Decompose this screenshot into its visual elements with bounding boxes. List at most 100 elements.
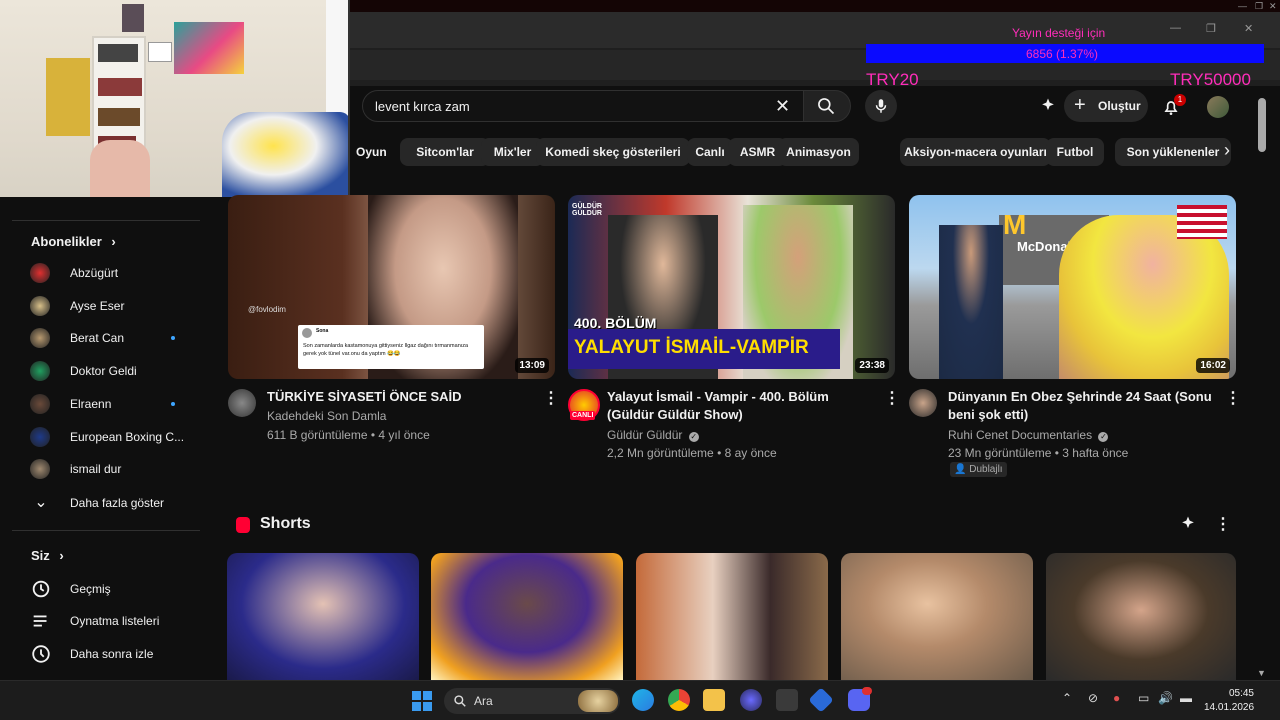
search-button[interactable]	[803, 90, 851, 122]
clock-date: 14.01.2026	[1204, 702, 1255, 713]
subscriptions-heading[interactable]: Abonelikler ›	[31, 234, 116, 249]
chevron-right-icon: ›	[59, 548, 64, 563]
show-more-button[interactable]: ⌄ Daha fazla göster	[30, 490, 190, 518]
file-explorer-icon[interactable]	[703, 689, 725, 711]
new-content-dot	[171, 401, 175, 406]
mcdonalds-logo: M	[1003, 209, 1027, 240]
filter-chip[interactable]: Canlı	[687, 138, 733, 166]
channel-avatar	[30, 263, 50, 283]
account-avatar[interactable]	[1207, 96, 1229, 118]
channel-avatar[interactable]	[228, 389, 256, 417]
voice-search-button[interactable]	[865, 90, 897, 122]
sidebar-subscription-item[interactable]: Abzügürt	[30, 260, 190, 288]
taskbar-clock[interactable]: 05:45 14.01.2026	[1204, 687, 1254, 715]
short-thumbnail[interactable]	[1046, 553, 1236, 680]
streamer	[222, 112, 348, 197]
scroll-down-icon[interactable]: ▼	[1257, 668, 1266, 678]
browser-tab-bar	[350, 12, 1280, 48]
video-title[interactable]: TÜRKİYE SİYASETİ ÖNCE SAİD	[267, 388, 537, 406]
sidebar-subscription-item[interactable]: ismail dur	[30, 456, 190, 484]
stream-maximize-button[interactable]: ❐	[1255, 1, 1263, 12]
channel-name[interactable]: Güldür Güldür ✓	[607, 426, 699, 444]
stream-minimize-button[interactable]: —	[1238, 1, 1247, 11]
filter-chip[interactable]: Futbol	[1046, 138, 1104, 166]
sidebar-item-watch-later[interactable]: Daha sonra izle	[30, 641, 190, 669]
display-icon[interactable]: ▭	[1138, 691, 1149, 705]
more-vert-icon[interactable]: ⋮	[1215, 514, 1231, 534]
short-thumbnail[interactable]	[636, 553, 828, 680]
sidebar-subscription-item[interactable]: Ayse Eser	[30, 293, 190, 321]
clear-search-icon[interactable]: ✕	[775, 96, 790, 116]
browser-chrome	[350, 0, 1280, 86]
thumbnail-person	[939, 225, 1003, 379]
sidebar-item-playlists[interactable]: Oynatma listeleri	[30, 608, 190, 636]
windows-start-icon[interactable]	[412, 691, 432, 711]
stream-close-button[interactable]: ✕	[1269, 1, 1277, 12]
sidebar-subscription-item[interactable]: Doktor Geldi	[30, 358, 190, 386]
app-icon[interactable]	[776, 689, 798, 711]
scrollbar[interactable]	[1256, 86, 1266, 680]
you-heading[interactable]: Siz ›	[31, 548, 64, 563]
clock-time: 05:45	[1228, 688, 1254, 699]
taskbar: Ara ⌃ ⊘ ● ▭ 🔊 ▬ 05:45 14.01.2026	[0, 680, 1280, 720]
more-vert-icon[interactable]: ⋮	[1225, 388, 1241, 408]
video-title[interactable]: Dünyanın En Obez Şehrinde 24 Saat (Sonu …	[948, 388, 1218, 424]
close-window-button[interactable]: ✕	[1244, 22, 1253, 35]
channel-avatar[interactable]	[909, 389, 937, 417]
sidebar-subscription-item[interactable]: Berat Can	[30, 325, 190, 353]
channel-name[interactable]: Ruhi Cenet Documentaries ✓	[948, 426, 1109, 444]
video-thumbnail[interactable]: McDonald's M 16:02	[909, 195, 1236, 379]
chevron-up-icon[interactable]: ⌃	[1062, 691, 1072, 705]
new-content-dot	[171, 336, 175, 341]
tray-app-icon[interactable]: ⊘	[1088, 691, 1098, 705]
filter-chip[interactable]: Mix'ler	[481, 138, 544, 166]
plus-icon: +	[1074, 94, 1086, 116]
battery-icon[interactable]: ▬	[1180, 691, 1192, 705]
verified-icon: ✓	[1098, 432, 1109, 442]
microphone-icon[interactable]: ●	[1113, 691, 1120, 705]
chrome-icon[interactable]	[668, 689, 690, 711]
donation-max-label: TRY50000	[1170, 70, 1251, 89]
channel-name[interactable]: Kadehdeki Son Damla	[267, 407, 386, 425]
search-input[interactable]: levent kırca zam ✕	[362, 90, 804, 122]
maximize-button[interactable]: ❐	[1206, 22, 1216, 35]
sidebar-item-history[interactable]: Geçmiş	[30, 576, 190, 604]
obs-icon[interactable]	[740, 689, 762, 711]
clock-icon	[32, 645, 50, 663]
shorts-title: Shorts	[260, 515, 311, 532]
filter-chip[interactable]: Sitcom'lar	[400, 138, 490, 166]
window	[326, 0, 348, 120]
live-badge: CANLI	[570, 411, 596, 420]
playlist-icon	[33, 615, 47, 627]
cast-sparkle-icon[interactable]	[1038, 96, 1058, 116]
chevron-right-icon[interactable]: ›	[1224, 140, 1230, 161]
video-title[interactable]: Yalayut İsmail - Vampir - 400. Bölüm (Gü…	[607, 388, 877, 424]
sparkle-icon[interactable]	[1178, 514, 1198, 534]
more-vert-icon[interactable]: ⋮	[543, 388, 559, 408]
filter-chip[interactable]: Komedi skeç gösterileri	[536, 138, 690, 166]
create-button[interactable]: + Oluştur	[1064, 90, 1148, 122]
video-thumbnail[interactable]: @fovlodim Sona Son zamanlarda kastamonuy…	[228, 195, 555, 379]
volume-icon[interactable]: 🔊	[1158, 691, 1173, 705]
short-thumbnail[interactable]	[431, 553, 623, 680]
app-diamond-icon[interactable]	[808, 687, 834, 713]
filter-chip[interactable]: Oyun	[356, 138, 398, 166]
shorts-icon	[236, 517, 250, 533]
subscription-name: Abzügürt	[70, 266, 119, 280]
short-thumbnail[interactable]	[841, 553, 1033, 680]
webcam-overlay	[0, 0, 350, 197]
sidebar-subscription-item[interactable]: European Boxing C...	[30, 424, 190, 452]
taskbar-search[interactable]: Ara	[444, 688, 620, 714]
more-vert-icon[interactable]: ⋮	[884, 388, 900, 408]
video-thumbnail[interactable]: GÜLDÜR GÜLDÜR 400. BÖLÜM YALAYUT İSMAİL-…	[568, 195, 895, 379]
browser-tab-strip	[350, 0, 1280, 12]
sidebar-subscription-item[interactable]: Elraenn	[30, 391, 190, 419]
minimize-button[interactable]: —	[1170, 22, 1181, 34]
filter-chip[interactable]: Animasyon	[778, 138, 859, 166]
edge-icon[interactable]	[632, 689, 654, 711]
filter-chip[interactable]: Son yüklenenler	[1115, 138, 1231, 166]
filter-chip[interactable]: Aksiyon-macera oyunları	[900, 138, 1051, 166]
scrollbar-thumb[interactable]	[1258, 98, 1266, 152]
wall-painting	[46, 58, 90, 136]
short-thumbnail[interactable]	[227, 553, 419, 680]
